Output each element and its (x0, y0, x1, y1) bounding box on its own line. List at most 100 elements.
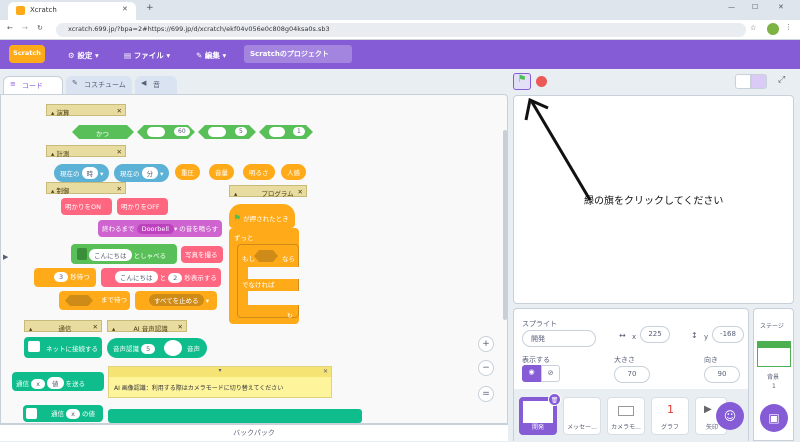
connect-net-block[interactable]: ネットに接続する (24, 337, 102, 358)
comm-value-block[interactable]: 通信 x の値 (23, 405, 103, 422)
send-value-block[interactable]: 通信 x 値 を送る (12, 372, 104, 391)
profile-avatar[interactable] (767, 23, 779, 35)
browser-menu-icon[interactable]: ⋮ (785, 23, 792, 31)
close-icon[interactable]: ✕ (117, 107, 122, 115)
tab-sound[interactable]: ◀ 音 (135, 76, 177, 94)
y-input[interactable]: -168 (712, 326, 744, 343)
comment-header[interactable]: ▾ (109, 367, 331, 377)
lt-block[interactable]: 60 (137, 125, 195, 139)
current-hour-block[interactable]: 現在の 時 ▾ (54, 164, 110, 182)
new-tab-icon[interactable]: + (146, 3, 154, 13)
reload-icon[interactable]: ↻ (37, 24, 43, 32)
tab-costume[interactable]: ✎ コスチューム (66, 76, 132, 94)
edit-menu[interactable]: ✎ 編集 ▾ (196, 50, 226, 61)
zoom-out-icon[interactable]: − (478, 360, 494, 376)
comment-note[interactable]: ▾ AI 画像認識：利用する際はカメラモードに切り替えてください ✕ (108, 366, 332, 398)
minute-dropdown[interactable]: 分 (141, 167, 159, 179)
comm-x-input[interactable]: x (31, 379, 45, 389)
close-window-icon[interactable]: ✕ (778, 3, 784, 11)
stop-all-block[interactable]: すべてを止める ▾ (135, 291, 217, 310)
say-for-seconds-input[interactable]: 2 (168, 273, 183, 283)
gt-value[interactable]: 1 (293, 127, 305, 136)
workspace-scrollbar[interactable] (503, 130, 507, 320)
x-input[interactable]: 225 (640, 326, 670, 343)
sound-dropdown[interactable]: Doorbell (136, 224, 174, 234)
close-tab-icon[interactable]: ✕ (122, 5, 128, 13)
scratch-logo[interactable]: Scratch (9, 45, 45, 63)
brightness-block[interactable]: 明るさ (243, 164, 275, 180)
gt-slot[interactable] (269, 127, 285, 137)
wait-seconds-block[interactable]: 3 秒待つ (34, 268, 96, 287)
back-icon[interactable]: ← (7, 24, 13, 32)
take-photo-block[interactable]: 写真を撮る (181, 246, 223, 263)
sprite-card[interactable]: 開発 🗑 (519, 393, 561, 435)
wait-until-block[interactable]: まで待つ (59, 291, 130, 310)
header-measure[interactable]: ▴ 計測 ✕ (46, 145, 126, 158)
size-input[interactable]: 70 (614, 366, 650, 383)
current-minute-block[interactable]: 現在の 分 ▾ (114, 164, 170, 182)
fullscreen-icon[interactable]: ⤢ (778, 75, 785, 85)
file-menu[interactable]: ▤ ファイル ▾ (124, 50, 170, 61)
gt-block[interactable]: 1 (259, 125, 313, 139)
stage-canvas[interactable]: 緑の旗をクリックしてください (513, 95, 794, 304)
pressure-block[interactable]: 重圧 (175, 164, 200, 180)
header-ai[interactable]: ▴ AI 音声認識 ✕ (107, 320, 187, 333)
browser-tab[interactable]: Xcratch ✕ (8, 2, 136, 20)
close-icon[interactable]: ✕ (117, 185, 122, 193)
if-condition-slot[interactable] (254, 250, 278, 262)
sprite-card[interactable]: メッセー... (563, 397, 601, 435)
maximize-icon[interactable]: ☐ (752, 3, 758, 11)
collapse-arrow-icon[interactable]: ▶ (3, 253, 8, 261)
comm-bottom-block[interactable] (108, 409, 362, 423)
comm-value-input[interactable]: 値 (47, 377, 64, 389)
forward-icon[interactable]: → (22, 24, 28, 32)
url-field[interactable]: xcratch.699.jp/?bpa=2#https://699.jp/d/x… (56, 23, 746, 37)
header-program[interactable]: ▴ プログラム ✕ (229, 185, 307, 198)
zoom-reset-icon[interactable]: = (478, 386, 494, 402)
minimize-icon[interactable]: — (728, 3, 735, 11)
close-icon[interactable]: ✕ (93, 323, 98, 331)
when-flag-clicked-block[interactable]: ⚑ が押されたとき (229, 204, 295, 228)
eq-block[interactable]: 5 (198, 125, 256, 139)
voice-seconds-input[interactable]: 5 (141, 344, 156, 354)
stop-button[interactable] (536, 76, 547, 87)
close-icon[interactable]: ✕ (178, 323, 183, 331)
and-block[interactable]: かつ (72, 125, 134, 139)
sprite-card[interactable]: カメラモ... (607, 397, 645, 435)
comm2-x-input[interactable]: x (66, 409, 80, 419)
light-off-block[interactable]: 明かりをOFF (117, 198, 168, 215)
eq-value[interactable]: 5 (235, 127, 247, 136)
hour-dropdown[interactable]: 時 (81, 167, 99, 179)
large-stage-icon[interactable] (751, 74, 767, 89)
say-text-input[interactable]: こんにちは (89, 249, 132, 261)
close-icon[interactable]: ✕ (323, 368, 328, 375)
if-else-block[interactable]: もし なら でなければ (237, 244, 300, 318)
say-for-text-input[interactable]: こんにちは (115, 271, 158, 283)
header-comm[interactable]: ▴ 通信 ✕ (24, 320, 102, 333)
lt-value[interactable]: 60 (174, 127, 190, 136)
stage-thumbnail[interactable] (757, 341, 791, 367)
settings-menu[interactable]: ⚙ 設定 ▾ (68, 50, 99, 61)
show-visible-icon[interactable]: ◉ (522, 365, 541, 382)
close-icon[interactable]: ✕ (117, 148, 122, 156)
tab-code[interactable]: ≡ コード (3, 76, 63, 94)
bookmark-icon[interactable]: ☆ (750, 24, 756, 32)
delete-icon[interactable]: 🗑 (548, 393, 561, 406)
wait-seconds-input[interactable]: 3 (54, 272, 69, 282)
small-stage-icon[interactable] (735, 74, 751, 89)
green-flag-button[interactable]: ⚑ (513, 73, 531, 90)
volume-block[interactable]: 音量 (209, 164, 234, 180)
header-calc[interactable]: ▴ 演算 ✕ (46, 104, 126, 117)
eq-slot[interactable] (208, 127, 226, 137)
say-block[interactable]: こんにちは としゃべる (71, 244, 177, 264)
add-backdrop-button[interactable]: ▣ (760, 404, 788, 432)
header-control[interactable]: ▴ 制御 ✕ (46, 182, 126, 195)
sprite-name-input[interactable]: 開発 (522, 330, 596, 347)
play-sound-until-done-block[interactable]: 終わるまで Doorbell ▾ の音を鳴らす (98, 220, 222, 237)
backpack-bar[interactable]: バックパック (0, 424, 508, 441)
light-on-block[interactable]: 明かりをON (61, 198, 112, 215)
show-hidden-icon[interactable]: ⊘ (541, 365, 560, 382)
sprite-card[interactable]: 1 グラフ (651, 397, 689, 435)
stop-dropdown[interactable]: すべてを止める (149, 294, 204, 306)
presence-block[interactable]: 人感 (281, 164, 306, 180)
